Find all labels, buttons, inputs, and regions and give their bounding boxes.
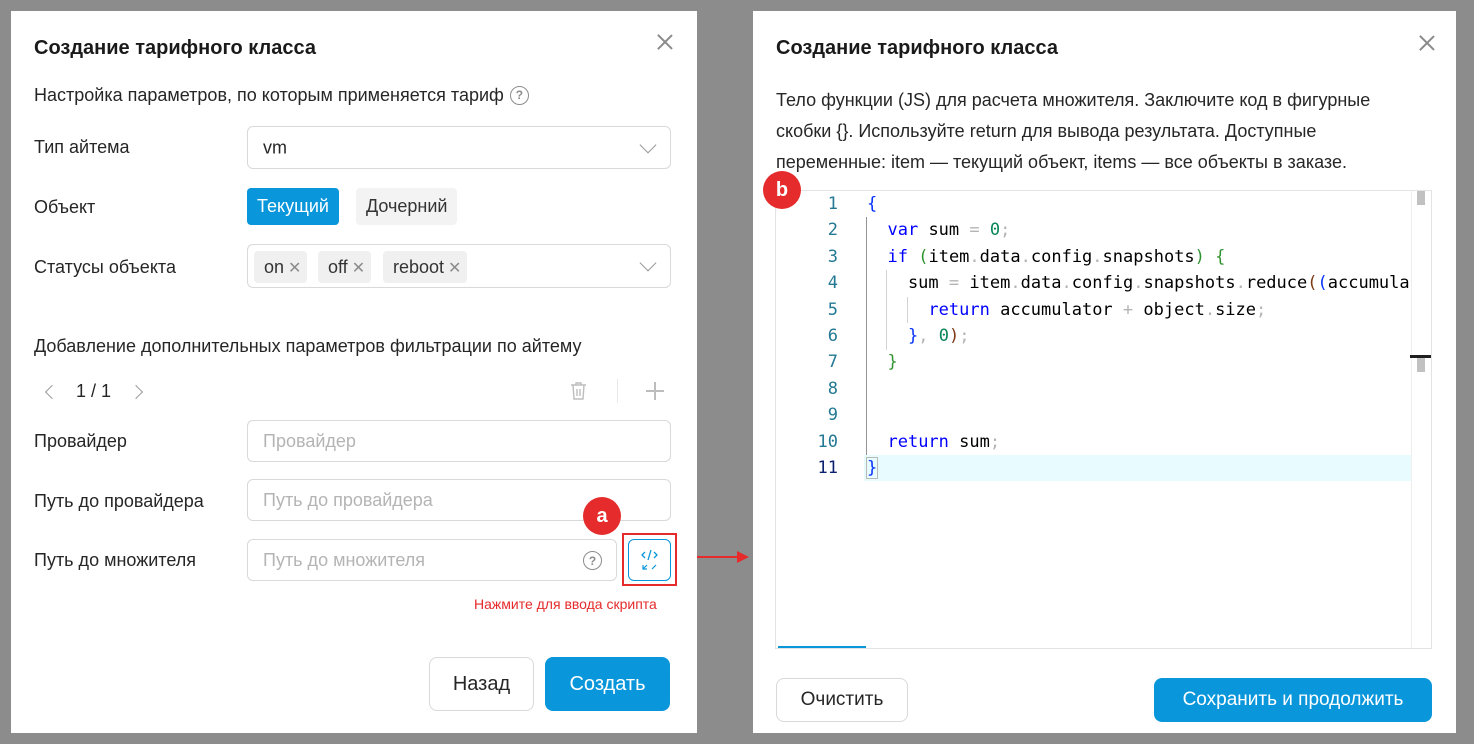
code-line: var sum = 0; [887,220,1011,241]
toolbar-divider [617,379,618,403]
status-tag-off-text: off [328,257,348,277]
scroll-marker [1417,358,1425,372]
annotation-badge-b: b [763,171,801,209]
multiplier-path-label: Путь до множителя [34,550,196,570]
clear-button[interactable]: Очистить [776,678,908,722]
script-editor-button[interactable] [628,539,671,581]
help-icon[interactable]: ? [583,551,602,570]
provider-label: Провайдер [34,431,127,451]
line-number: 8 [827,378,838,399]
line-number: 4 [827,273,838,294]
line-number: 9 [827,405,838,426]
object-label: Объект [34,197,96,217]
line-number: 3 [827,246,838,267]
create-button[interactable]: Создать [545,657,670,711]
chevron-down-icon [639,254,657,272]
code-line: return sum; [887,431,1001,452]
modal-title: Создание тарифного класса [34,37,316,59]
script-hint: Нажмите для ввода скрипта [474,596,657,612]
params-subtitle: Настройка параметров, по которым применя… [34,85,529,106]
line-number: 7 [827,352,838,373]
provider-input[interactable] [248,421,670,461]
object-option-current[interactable]: Текущий [247,188,339,225]
editor-focus-underline [778,646,866,648]
description-line: переменные: item — текущий объект, items… [776,152,1347,172]
provider-field [247,420,671,462]
code-editor[interactable]: 1 2 3 4 5 6 7 8 9 10 11 { var sum = 0; i… [775,190,1432,649]
editor-scrollbar[interactable] [1410,191,1431,648]
line-number: 2 [827,220,838,241]
code-line: }, 0); [907,326,970,346]
status-tag-reboot-text: reboot [393,257,445,277]
tag-remove-icon[interactable]: ✕ [288,260,301,277]
arrow-right-icon [697,551,749,563]
pager-indicator: 1 / 1 [76,381,112,401]
tag-remove-icon[interactable]: ✕ [448,260,461,277]
back-button[interactable]: Назад [429,657,534,711]
help-icon[interactable]: ? [509,85,529,105]
annotation-badge-a: a [583,497,621,535]
close-icon[interactable] [1417,33,1437,53]
item-type-select[interactable]: vm [247,126,671,169]
status-tag-off: off ✕ [318,251,372,283]
code-line: if (item.data.config.snapshots) { [887,246,1226,267]
status-tag-on-text: on [264,257,285,277]
code-line: sum = item.data.config.snapshots.reduce(… [867,273,1410,294]
tariff-class-modal-params: Создание тарифного класса Настройка пара… [11,11,697,733]
chevron-right-icon[interactable] [128,384,144,400]
code-line: } [865,455,879,481]
line-number: 6 [827,326,838,346]
save-continue-button[interactable]: Сохранить и продолжить [1154,678,1432,722]
extra-filters-title: Добавление дополнительных параметров фил… [34,336,582,356]
multiplier-path-input[interactable] [248,540,616,580]
chevron-left-icon[interactable] [44,384,60,400]
code-line: } [887,352,898,373]
line-numbers-gutter: 1 2 3 4 5 6 7 8 9 10 11 [776,191,838,648]
item-type-value: vm [263,137,287,157]
plus-icon[interactable] [646,382,664,400]
modal-title: Создание тарифного класса [776,37,1058,59]
code-brace: { [867,194,878,214]
code-icon [641,549,658,570]
description-line: Тело функции (JS) для расчета множителя.… [776,90,1371,110]
params-subtitle-text: Настройка параметров, по которым применя… [34,85,504,105]
status-tag-reboot: reboot ✕ [383,251,468,283]
provider-path-label: Путь до провайдера [34,491,204,511]
description-line: скобки {}. Используйте return для вывода… [776,121,1317,141]
tariff-class-modal-script: Создание тарифного класса Тело функции (… [753,11,1456,733]
code-brace: } [865,457,879,479]
chevron-down-icon [639,136,657,153]
active-line-highlight [864,455,1411,481]
status-tag-on: on ✕ [254,251,308,283]
editor-description: Тело функции (JS) для расчета множителя.… [776,85,1440,178]
line-number-active: 11 [817,458,838,478]
code-line: return accumulator + object.size; [928,299,1267,320]
code-line: { [867,191,877,217]
object-option-child[interactable]: Дочерний [356,188,458,225]
item-type-label: Тип айтема [34,137,130,157]
statuses-label: Статусы объекта [34,257,176,277]
multiplier-path-field: ? [247,539,617,581]
statuses-multiselect[interactable]: on ✕ off ✕ reboot ✕ [247,244,671,288]
close-icon[interactable] [655,32,675,52]
trash-icon[interactable] [570,381,587,401]
scroll-thumb[interactable] [1417,191,1425,205]
line-number: 10 [817,431,838,452]
tag-remove-icon[interactable]: ✕ [352,260,365,277]
line-number: 5 [827,299,838,320]
